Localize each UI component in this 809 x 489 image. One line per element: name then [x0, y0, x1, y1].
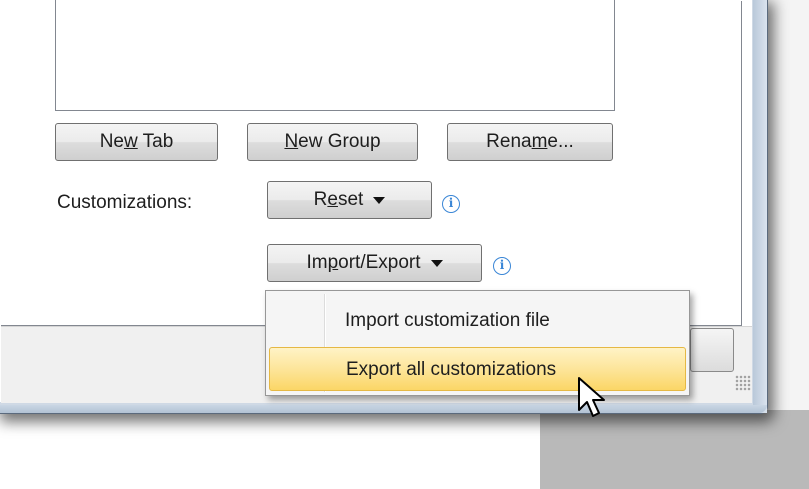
new-group-button[interactable]: New Group: [247, 123, 418, 161]
menu-item-import-customization-file[interactable]: Import customization file: [269, 299, 686, 343]
customizations-label: Customizations:: [57, 192, 193, 213]
import-export-dropdown-button[interactable]: Import/Export: [267, 244, 482, 282]
dialog-footer-button[interactable]: [690, 328, 734, 372]
info-icon[interactable]: i: [493, 257, 511, 275]
import-export-label: Import/Export: [306, 252, 421, 273]
dropdown-arrow-icon: [430, 259, 443, 267]
menu-item-export-all-customizations[interactable]: Export all customizations: [269, 347, 686, 391]
rename-label: Rename...: [486, 131, 574, 152]
resize-grip[interactable]: [735, 375, 751, 391]
window-frame-right: [753, 0, 767, 413]
menu-item-label: Import customization file: [345, 310, 550, 331]
mouse-pointer-icon: [578, 377, 605, 417]
info-icon[interactable]: i: [442, 195, 460, 213]
reset-dropdown-button[interactable]: Reset: [267, 181, 432, 219]
rename-button[interactable]: Rename...: [447, 123, 613, 161]
new-group-label: New Group: [284, 131, 381, 152]
import-export-menu: Import customization file Export all cus…: [265, 290, 690, 396]
menu-item-label: Export all customizations: [346, 359, 557, 380]
new-tab-label: New Tab: [99, 131, 174, 152]
ribbon-tabs-list[interactable]: [55, 0, 615, 111]
dropdown-arrow-icon: [373, 196, 386, 204]
new-tab-button[interactable]: New Tab: [55, 123, 218, 161]
window-frame-bottom: [0, 405, 767, 413]
reset-label: Reset: [313, 189, 364, 210]
document-page: [0, 412, 540, 489]
